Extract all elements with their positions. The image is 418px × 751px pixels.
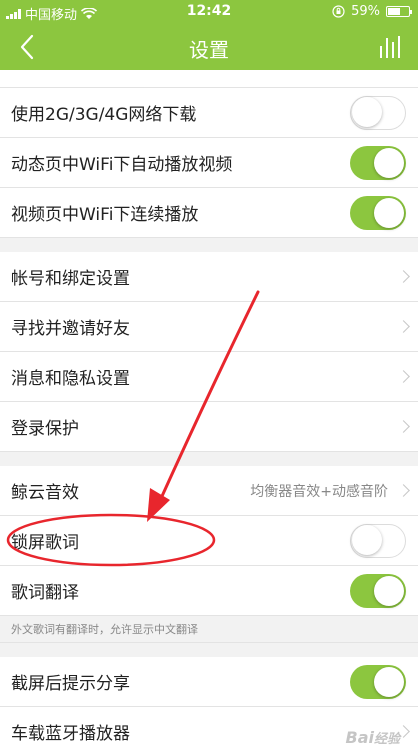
toggle-knob <box>374 197 404 228</box>
toggle-switch[interactable] <box>350 195 406 230</box>
setting-lockscreen-lyrics[interactable]: 锁屏歌词 <box>0 516 418 566</box>
setting-label: 登录保护 <box>11 419 79 439</box>
setting-label: 歌词翻译 <box>11 583 79 603</box>
setting-screenshot-share[interactable]: 截屏后提示分享 <box>0 657 418 707</box>
setting-label: 鲸云音效 <box>11 483 79 503</box>
orientation-lock-icon <box>332 5 345 18</box>
setting-label: 消息和隐私设置 <box>11 369 130 389</box>
settings-list: 使用2G/3G/4G网络下载 动态页中WiFi下自动播放视频 视频页中WiFi下… <box>0 70 418 751</box>
setting-label: 动态页中WiFi下自动播放视频 <box>11 155 233 175</box>
list-item-partial <box>0 70 418 88</box>
watermark-logo: Bai经验 <box>345 728 401 747</box>
setting-label: 截屏后提示分享 <box>11 674 130 694</box>
setting-message-privacy[interactable]: 消息和隐私设置 <box>0 352 418 402</box>
toggle-knob <box>352 97 382 127</box>
setting-lyrics-translation[interactable]: 歌词翻译 <box>0 566 418 616</box>
setting-invite-friends[interactable]: 寻找并邀请好友 <box>0 302 418 352</box>
setting-wifi-autoplay-feed[interactable]: 动态页中WiFi下自动播放视频 <box>0 138 418 188</box>
setting-value: 均衡器音效+动感音阶 <box>250 483 388 500</box>
setting-label: 视频页中WiFi下连续播放 <box>11 205 199 225</box>
toggle-knob <box>352 525 382 555</box>
toggle-switch[interactable] <box>350 523 406 558</box>
setting-label: 车载蓝牙播放器 <box>11 724 130 744</box>
setting-label: 帐号和绑定设置 <box>11 269 130 289</box>
chevron-right-icon <box>397 369 410 383</box>
toggle-switch[interactable] <box>350 664 406 699</box>
equalizer-icon <box>380 36 400 58</box>
setting-label: 锁屏歌词 <box>11 533 79 553</box>
lyrics-translation-note: 外文歌词有翻译时，允许显示中文翻译 <box>0 616 418 643</box>
setting-sound-effect[interactable]: 鲸云音效 均衡器音效+动感音阶 <box>0 466 418 516</box>
chevron-right-icon <box>397 319 410 333</box>
chevron-right-icon <box>397 269 410 283</box>
toggle-switch[interactable] <box>350 95 406 130</box>
section-divider <box>0 238 418 252</box>
section-divider <box>0 452 418 466</box>
setting-login-protection[interactable]: 登录保护 <box>0 402 418 452</box>
setting-mobile-data-download[interactable]: 使用2G/3G/4G网络下载 <box>0 88 418 138</box>
setting-label: 寻找并邀请好友 <box>11 319 130 339</box>
page-title: 设置 <box>189 38 229 62</box>
setting-account-binding[interactable]: 帐号和绑定设置 <box>0 252 418 302</box>
chevron-right-icon <box>397 419 410 433</box>
battery-percent: 59% <box>351 4 380 19</box>
section-divider <box>0 643 418 657</box>
setting-label: 使用2G/3G/4G网络下载 <box>11 105 197 125</box>
toggle-switch[interactable] <box>350 573 406 608</box>
status-bar: 中国移动 12:42 59% <box>0 0 418 24</box>
chevron-right-icon <box>397 483 410 497</box>
nav-bar: 设置 <box>0 24 418 70</box>
toggle-knob <box>374 666 404 697</box>
toggle-knob <box>374 575 404 606</box>
toggle-knob <box>374 147 404 178</box>
now-playing-button[interactable] <box>376 32 406 62</box>
toggle-switch[interactable] <box>350 145 406 180</box>
battery-icon <box>386 6 412 17</box>
setting-wifi-continuous-video[interactable]: 视频页中WiFi下连续播放 <box>0 188 418 238</box>
